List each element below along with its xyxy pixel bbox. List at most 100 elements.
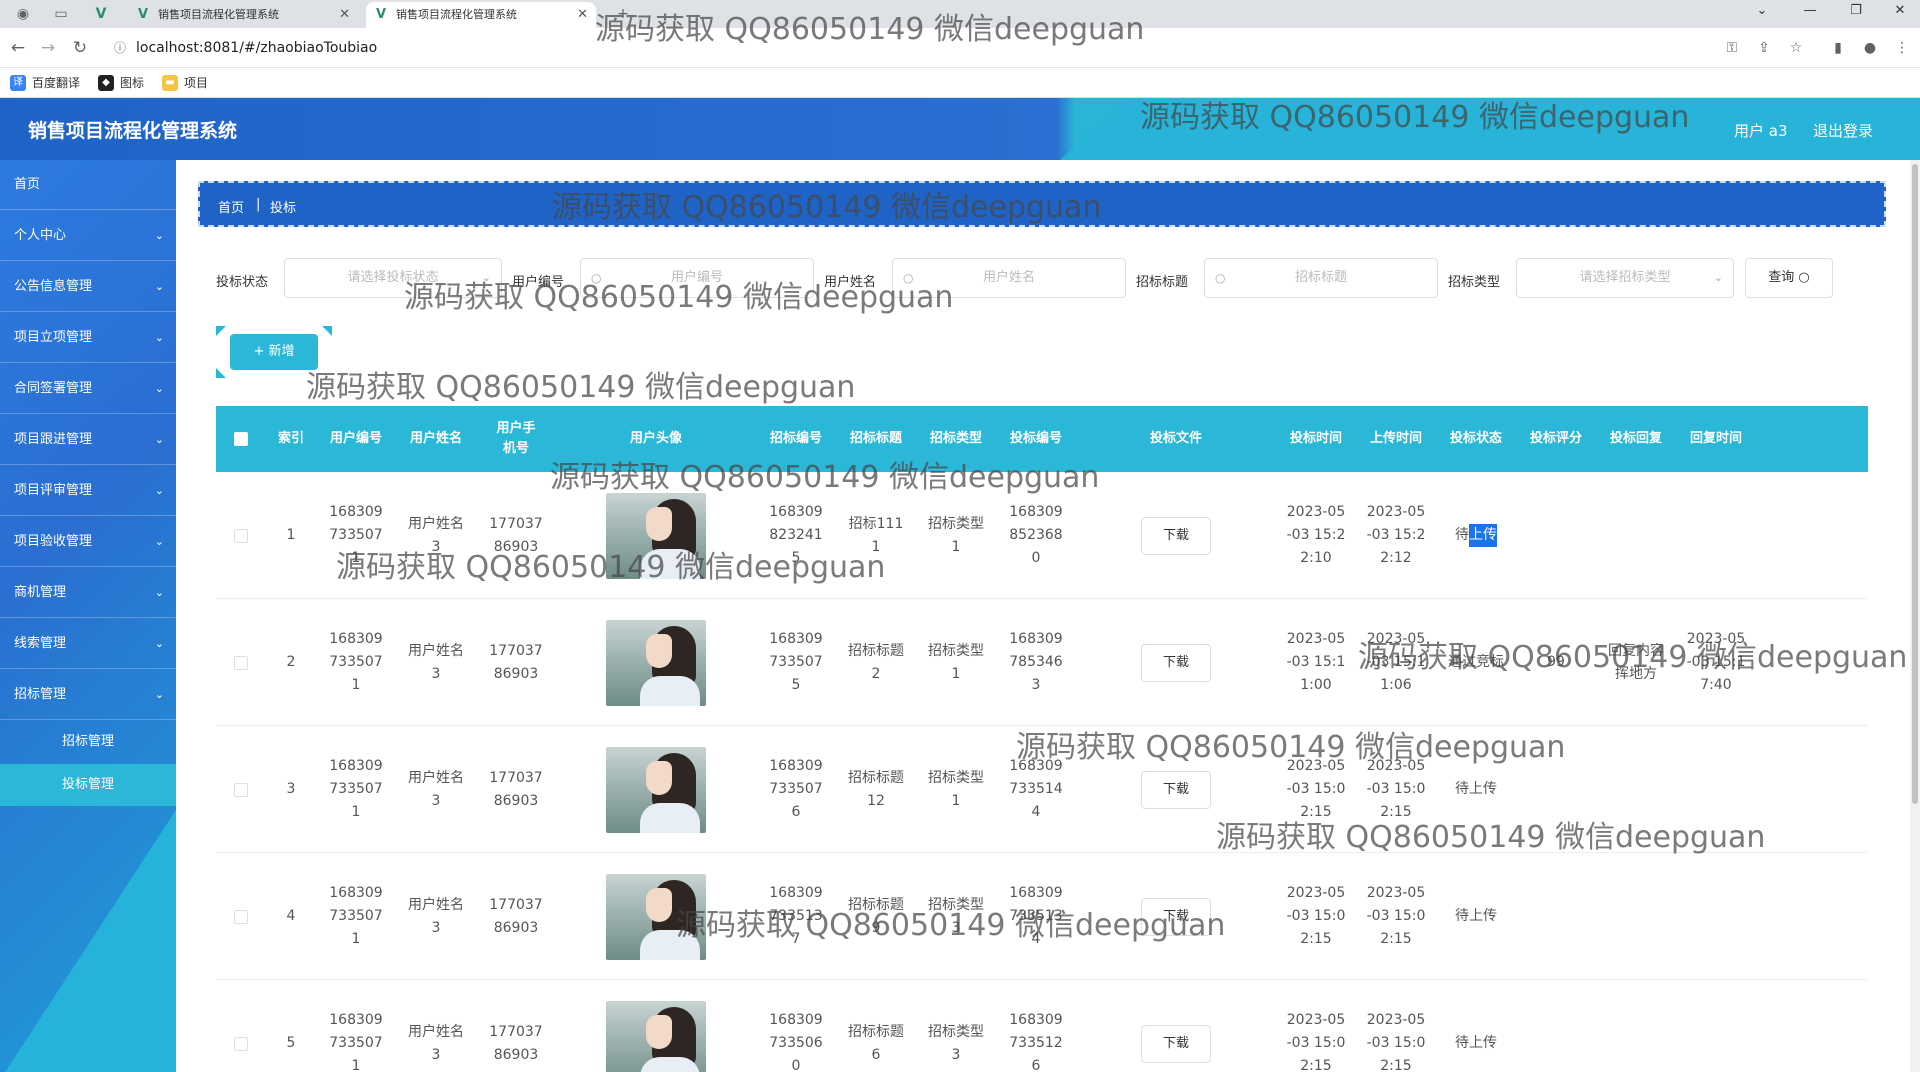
share-icon[interactable]: ⇪ <box>1754 38 1774 58</box>
query-button[interactable]: 查询 ○ <box>1745 258 1833 298</box>
sidebar-subitem-bidding-manage[interactable]: 招标管理 <box>0 721 176 763</box>
logout-link[interactable]: 退出登录 <box>1813 120 1873 141</box>
cell-index: 5 <box>286 1035 296 1051</box>
username-input[interactable]: ○ 用户姓名 <box>892 258 1126 298</box>
cell-bid-type: 招标类型1 <box>928 642 984 682</box>
sidebar-item-opportunity[interactable]: 商机管理 ⌄ <box>0 568 176 618</box>
cell-index: 4 <box>286 908 296 924</box>
column-header[interactable]: 招标标题 <box>836 406 916 472</box>
sidebar-subitem-tender-manage[interactable]: 投标管理 <box>0 764 176 806</box>
table-row[interactable]: 4 1683097335071 用户姓名3 17703786903 1683097335… <box>216 853 1868 980</box>
cell-bid-no: 1683097335075 <box>769 631 823 693</box>
download-button[interactable]: 下载 <box>1141 897 1211 936</box>
row-checkbox[interactable] <box>216 599 266 726</box>
window-close-icon[interactable]: ✕ <box>1880 0 1920 22</box>
table-row[interactable]: 3 1683097335071 用户姓名3 17703786903 1683097335… <box>216 726 1868 853</box>
column-header[interactable]: 索引 <box>266 406 316 472</box>
column-header[interactable]: 用户姓名 <box>396 406 476 472</box>
column-header[interactable]: 投标回复 <box>1596 406 1676 472</box>
table-row[interactable]: 1 1683097335071 用户姓名3 17703786903 1683098232… <box>216 472 1868 599</box>
userno-input[interactable]: ○ 用户编号 <box>580 258 814 298</box>
translate-icon: 译 <box>10 75 26 91</box>
reload-icon[interactable]: ↻ <box>68 36 92 60</box>
row-checkbox[interactable] <box>216 980 266 1072</box>
column-header[interactable]: 用户头像 <box>556 406 756 472</box>
select-all-checkbox[interactable] <box>216 406 266 472</box>
cell-user-no: 1683097335071 <box>329 758 383 820</box>
bookmark-fanyi[interactable]: 译 百度翻译 <box>10 74 80 92</box>
download-button[interactable]: 下载 <box>1141 643 1211 682</box>
status-select[interactable]: 请选择投标状态 ⌄ <box>284 258 502 298</box>
site-info-icon[interactable]: ⓘ <box>114 34 126 62</box>
profile-icon[interactable]: ● <box>1860 38 1880 58</box>
key-icon[interactable]: ⚿ <box>1722 38 1742 58</box>
cell-reply: 回复内容挥地方 <box>1608 642 1664 682</box>
column-header[interactable]: 投标文件 <box>1076 406 1276 472</box>
sidebar-item-followup[interactable]: 项目跟进管理 ⌄ <box>0 415 176 465</box>
sidebar-item-project-setup[interactable]: 项目立项管理 ⌄ <box>0 313 176 363</box>
sidebar-item-leads[interactable]: 线索管理 ⌄ <box>0 619 176 669</box>
back-icon[interactable]: ← <box>6 36 30 60</box>
bookmark-project[interactable]: ▬ 项目 <box>162 74 208 92</box>
star-icon[interactable]: ☆ <box>1786 38 1806 58</box>
sidebar-item-review[interactable]: 项目评审管理 ⌄ <box>0 466 176 516</box>
browser-tab-1[interactable]: V 销售项目流程化管理系统 ✕ <box>128 2 358 28</box>
tab-placeholder-icon[interactable]: ▭ <box>50 4 72 24</box>
sidebar-item-home[interactable]: 首页 <box>0 160 176 210</box>
sidepanel-icon[interactable]: ▮ <box>1828 38 1848 58</box>
column-header[interactable]: 投标时间 <box>1276 406 1356 472</box>
column-header[interactable]: 投标评分 <box>1516 406 1596 472</box>
download-button[interactable]: 下载 <box>1141 1024 1211 1063</box>
browser-menu-icon[interactable]: ◉ <box>12 4 34 24</box>
row-checkbox[interactable] <box>216 472 266 599</box>
column-header[interactable]: 招标编号 <box>756 406 836 472</box>
vue-tab-icon[interactable]: V <box>90 4 112 24</box>
cell-bid-no: 1683097335137 <box>769 885 823 947</box>
column-header[interactable]: 招标类型 <box>916 406 996 472</box>
close-icon[interactable]: ✕ <box>339 2 350 28</box>
browser-tab-2[interactable]: V 销售项目流程化管理系统 ✕ <box>366 2 596 28</box>
row-checkbox[interactable] <box>216 726 266 853</box>
column-header[interactable]: 投标状态 <box>1436 406 1516 472</box>
cell-phone: 17703786903 <box>489 769 543 809</box>
cell-bid-title: 招标标题12 <box>848 769 904 809</box>
row-checkbox[interactable] <box>216 853 266 980</box>
cell-user-name: 用户姓名3 <box>408 896 464 936</box>
cell-index: 3 <box>286 781 296 797</box>
sidebar-item-contract[interactable]: 合同签署管理 ⌄ <box>0 364 176 414</box>
bidtitle-input[interactable]: ○ 招标标题 <box>1204 258 1438 298</box>
column-header[interactable]: 用户编号 <box>316 406 396 472</box>
scrollbar[interactable] <box>1910 160 1920 1072</box>
bidtype-select[interactable]: 请选择招标类型 ⌄ <box>1516 258 1734 298</box>
table-row[interactable]: 5 1683097335071 用户姓名3 17703786903 1683097335… <box>216 980 1868 1072</box>
download-button[interactable]: 下载 <box>1141 770 1211 809</box>
add-button[interactable]: + 新增 <box>230 334 318 370</box>
more-icon[interactable]: ⋮ <box>1892 38 1912 58</box>
cell-tender-no: 1683097853463 <box>1009 631 1063 693</box>
restore-icon[interactable]: ❐ <box>1836 0 1876 22</box>
column-header[interactable]: 投标编号 <box>996 406 1076 472</box>
column-header[interactable]: 回复时间 <box>1676 406 1756 472</box>
table-row[interactable]: 2 1683097335071 用户姓名3 17703786903 1683097335… <box>216 599 1868 726</box>
new-tab-icon[interactable]: + <box>612 4 634 24</box>
column-header[interactable]: 用户手机号 <box>476 406 556 472</box>
close-icon[interactable]: ✕ <box>577 2 588 28</box>
tab-title: 销售项目流程化管理系统 <box>396 8 517 21</box>
sidebar-item-acceptance[interactable]: 项目验收管理 ⌄ <box>0 517 176 567</box>
chevron-down-icon: ⌄ <box>154 586 164 599</box>
cell-reply-time <box>1676 853 1756 980</box>
cell-bid-no: 1683097335076 <box>769 758 823 820</box>
sidebar-item-personal[interactable]: 个人中心 ⌄ <box>0 211 176 261</box>
bookmark-icons[interactable]: ◆ 图标 <box>98 74 144 92</box>
download-button[interactable]: 下载 <box>1141 516 1211 555</box>
forward-icon[interactable]: → <box>36 36 60 60</box>
sidebar-item-notice[interactable]: 公告信息管理 ⌄ <box>0 262 176 312</box>
download-cell: 下载 <box>1076 599 1276 726</box>
minimize-icon[interactable]: — <box>1790 0 1830 22</box>
url-input[interactable]: ⓘ localhost:8081/#/zhaobiaoToubiao <box>106 34 1726 62</box>
tab-search-icon[interactable]: ⌄ <box>1742 0 1782 22</box>
sidebar-item-bidding[interactable]: 招标管理 ⌄ <box>0 670 176 720</box>
column-header[interactable]: 上传时间 <box>1356 406 1436 472</box>
cell-bid-title: 招标标题9 <box>848 896 904 936</box>
breadcrumb-home[interactable]: 首页 <box>218 197 244 216</box>
